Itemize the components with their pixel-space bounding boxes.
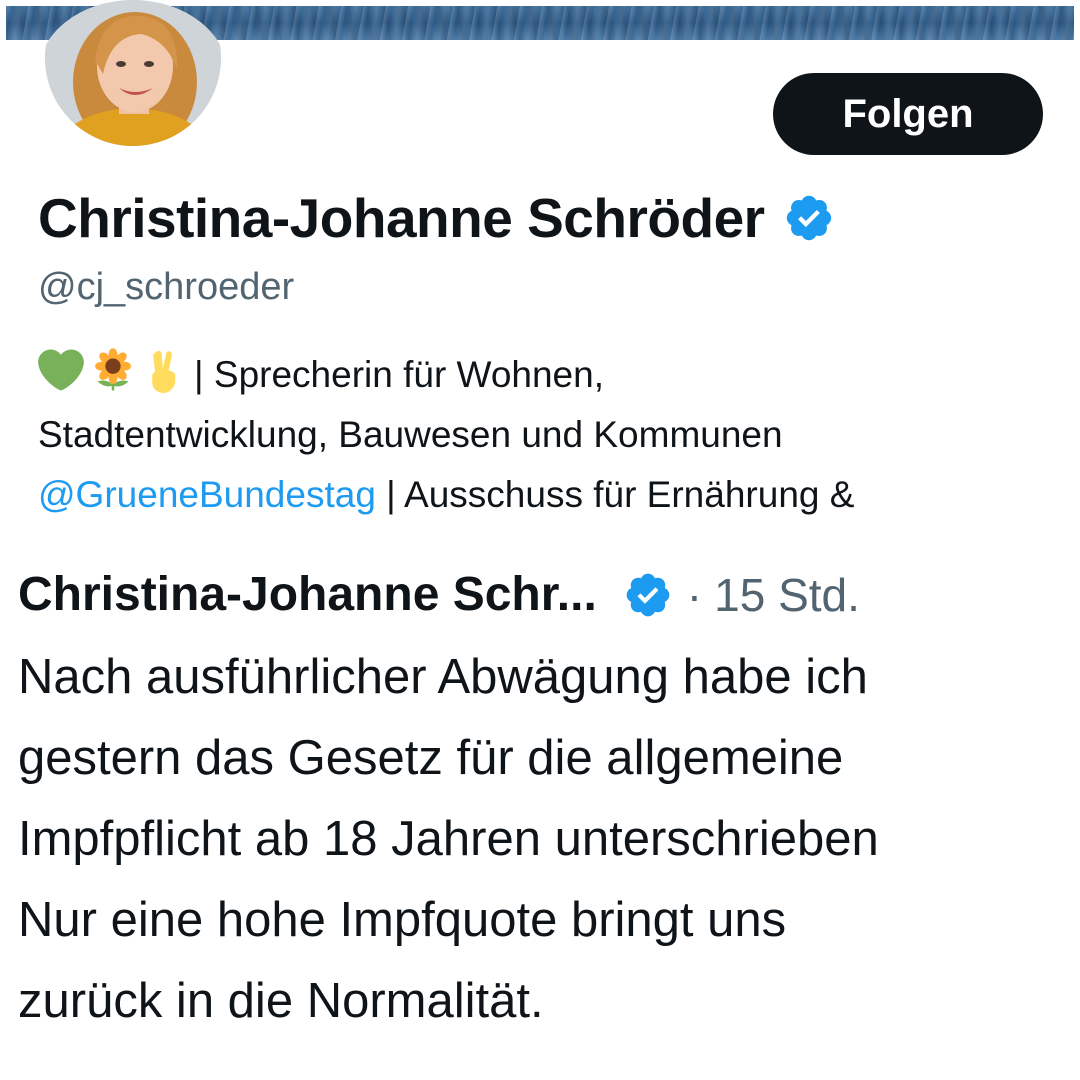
tweet-text-line: Impfpflicht ab 18 Jahren unterschrieben xyxy=(18,812,879,866)
tweet[interactable]: Christina-Johanne Schr... · 15 Std. Nach… xyxy=(0,545,1080,1080)
bio-line: Stadtentwicklung, Bauwesen und Kommunen xyxy=(38,405,1048,465)
bio-text-line3: | Ausschuss für Ernährung & xyxy=(375,474,855,515)
sunflower-icon xyxy=(95,348,131,391)
profile-card: Folgen Christina-Johanne Schröder @cj_sc… xyxy=(0,0,1080,538)
bio-mention-link[interactable]: @GrueneBundestag xyxy=(38,474,376,515)
tweet-timestamp[interactable]: 15 Std. xyxy=(714,568,860,622)
bio-line: | Sprecherin für Wohnen, xyxy=(38,345,1048,405)
verified-badge-icon xyxy=(786,195,831,241)
profile-bio: | Sprecherin für Wohnen, Stadtentwicklun… xyxy=(38,345,1048,525)
display-name-row: Christina-Johanne Schröder xyxy=(38,186,835,250)
bio-text-line2: Stadtentwicklung, Bauwesen und Kommunen xyxy=(38,414,783,455)
tweet-author-name[interactable]: Christina-Johanne Schr... xyxy=(18,567,597,622)
display-name: Christina-Johanne Schröder xyxy=(38,187,765,249)
bio-text-line1: | Sprecherin für Wohnen, xyxy=(194,354,604,395)
victory-hand-icon xyxy=(152,350,176,393)
tweet-text-line: zurück in die Normalität. xyxy=(18,974,544,1028)
tweet-header: Christina-Johanne Schr... · 15 Std. xyxy=(18,567,860,622)
profile-handle: @cj_schroeder xyxy=(38,266,295,308)
avatar[interactable] xyxy=(38,0,228,150)
tweet-text: Nach ausführlicher Abwägung habe ich ges… xyxy=(18,637,1080,1042)
tweet-text-line: Nur eine hohe Impfquote bringt uns xyxy=(18,893,787,947)
avatar-portrait-icon xyxy=(45,0,221,146)
tweet-text-line: gestern das Gesetz für die allgemeine xyxy=(18,731,844,785)
tweet-text-line: Nach ausführlicher Abwägung habe ich xyxy=(18,650,868,704)
verified-badge-icon xyxy=(626,573,670,616)
green-heart-icon xyxy=(38,349,84,391)
avatar-photo xyxy=(45,0,221,146)
follow-button[interactable]: Folgen xyxy=(773,73,1043,155)
tweet-separator: · xyxy=(686,568,703,621)
bio-line: @GrueneBundestag | Ausschuss für Ernähru… xyxy=(38,465,1048,525)
